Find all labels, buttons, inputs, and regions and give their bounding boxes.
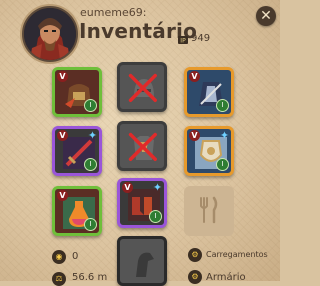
silver-coin-icon: ◉: [52, 250, 66, 264]
weight-value: 56.6 m: [72, 272, 108, 283]
tier-badge: V: [57, 190, 68, 201]
quality-badge: I: [84, 218, 97, 231]
quality-badge: I: [84, 158, 97, 171]
empty-slot-cross-icon: [128, 73, 157, 102]
tier-badge: V: [189, 130, 200, 141]
quality-badge: I: [149, 210, 162, 223]
slot-shoes[interactable]: V ✦ I: [117, 178, 167, 228]
slot-food[interactable]: [184, 186, 234, 236]
slot-potion[interactable]: V I: [52, 186, 102, 236]
tier-badge: V: [57, 130, 68, 141]
slot-cape[interactable]: V I: [184, 67, 234, 117]
item-power-icon: IP: [178, 36, 188, 44]
slot-off-hand[interactable]: V ✦ I: [184, 126, 234, 176]
enchant-icon: ✦: [219, 129, 230, 142]
close-button[interactable]: ✕: [256, 6, 276, 26]
loadouts-icon[interactable]: ⚙: [188, 248, 202, 262]
loadouts-button[interactable]: Carregamentos: [206, 250, 268, 259]
quality-badge: I: [216, 99, 229, 112]
slot-main-hand[interactable]: V ✦ I: [52, 126, 102, 176]
quality-badge: I: [84, 99, 97, 112]
tier-badge: V: [189, 71, 200, 82]
slot-bag[interactable]: V I: [52, 67, 102, 117]
slot-armor[interactable]: [117, 121, 167, 171]
close-icon: ✕: [260, 8, 272, 24]
silver-value: 0: [72, 251, 79, 262]
wardrobe-icon[interactable]: ⚙: [188, 270, 202, 284]
svg-text:IP: IP: [180, 38, 186, 45]
horse-placeholder-icon: [136, 252, 154, 277]
quality-badge: I: [216, 158, 229, 171]
empty-slot-cross-icon: [128, 132, 157, 161]
weight-icon: ⚖: [52, 272, 66, 286]
item-power-value: 949: [191, 33, 211, 44]
tier-badge: V: [57, 71, 68, 82]
wardrobe-button[interactable]: Armário: [206, 272, 246, 283]
avatar[interactable]: [22, 6, 78, 62]
tier-badge: V: [122, 182, 133, 193]
enchant-icon: ✦: [152, 181, 163, 194]
slot-mount[interactable]: [117, 236, 167, 286]
inventory-panel: eumeme69: Inventário IP 949 ✕ V I V I V …: [0, 0, 280, 286]
enchant-icon: ✦: [87, 129, 98, 142]
fork-knife-icon: [200, 196, 218, 224]
username: eumeme69:: [80, 6, 147, 19]
avatar-portrait-icon: [24, 8, 76, 60]
slot-head[interactable]: [117, 62, 167, 112]
